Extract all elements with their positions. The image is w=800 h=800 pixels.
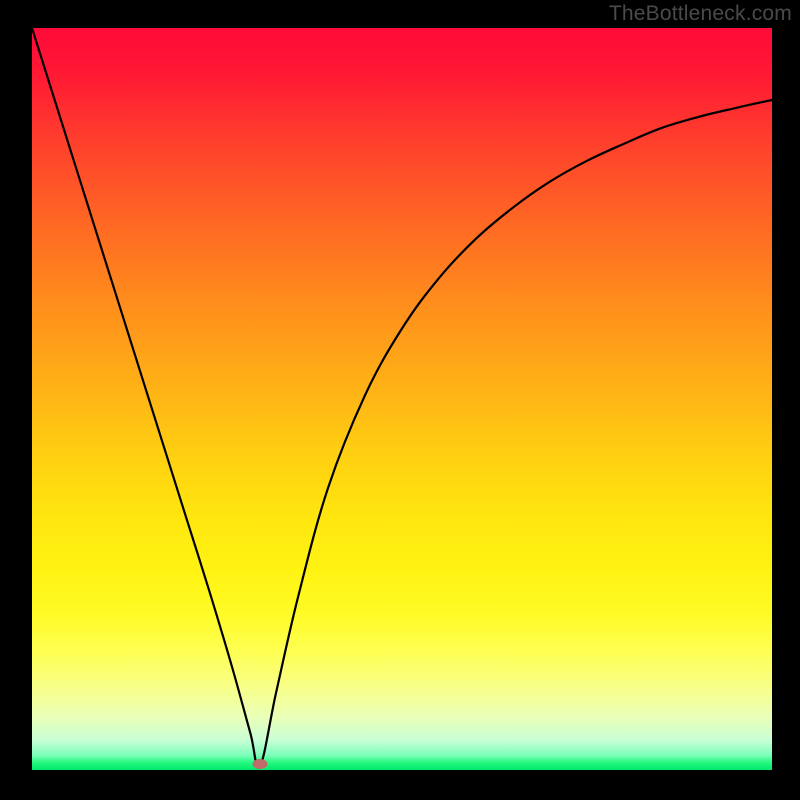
watermark-text: TheBottleneck.com [609, 2, 792, 26]
optimum-marker [252, 759, 267, 769]
bottleneck-curve [32, 28, 772, 770]
chart-frame: TheBottleneck.com [0, 0, 800, 800]
